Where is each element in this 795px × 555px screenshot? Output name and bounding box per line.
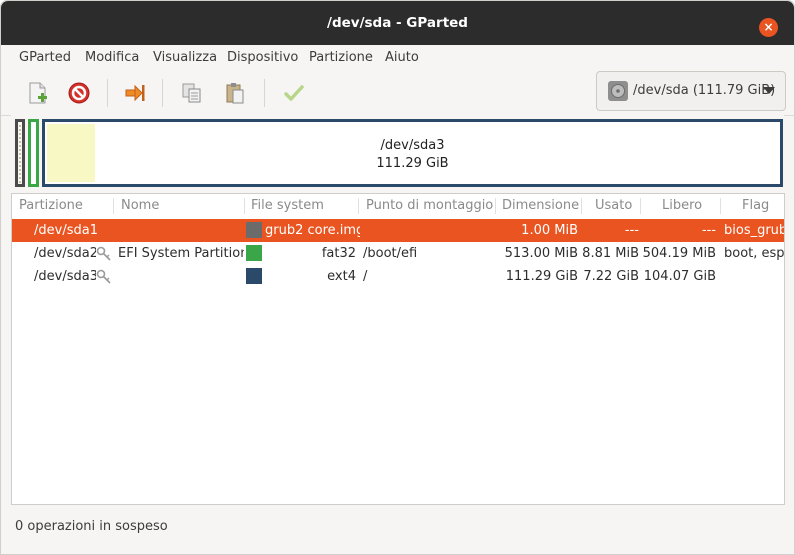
menu-modifica[interactable]: Modifica (85, 45, 139, 71)
new-partition-button[interactable] (20, 77, 54, 109)
disk-map-sda3[interactable]: /dev/sda3 111.29 GiB (42, 119, 783, 187)
cell-used: 7.22 GiB (583, 269, 639, 284)
cell-size: 111.29 GiB (505, 269, 578, 284)
close-button[interactable]: × (759, 18, 778, 37)
cell-flags: boot, esp (724, 246, 784, 261)
key-icon (96, 246, 111, 261)
copy-icon (182, 83, 201, 103)
cell-free: 504.19 MiB (642, 246, 716, 261)
copy-button[interactable] (175, 77, 209, 109)
header-separator (720, 198, 721, 214)
cell-size: 513.00 MiB (504, 246, 578, 261)
menu-visualizza[interactable]: Visualizza (153, 45, 217, 71)
filesystem-color-swatch (246, 222, 262, 238)
resize-move-button[interactable] (118, 77, 152, 109)
chevron-down-icon (763, 87, 775, 94)
header-flag[interactable]: Flag (742, 194, 769, 218)
cell-size: 1.00 MiB (521, 223, 578, 238)
cell-filesystem: ext4 (327, 269, 356, 284)
apply-icon (284, 85, 304, 101)
header-punto-di-montaggio[interactable]: Punto di montaggio (366, 194, 493, 218)
table-row-sda3[interactable]: /dev/sda3 ext4 / 111.29 GiB 7.22 GiB 104… (12, 265, 784, 288)
cell-partition: /dev/sda1 (34, 223, 98, 238)
cell-free: --- (701, 223, 716, 238)
unknown-fs-pattern (19, 123, 21, 183)
table-row-sda1[interactable]: /dev/sda1 grub2 core.img 1.00 MiB --- --… (12, 219, 784, 242)
cell-filesystem: fat32 (321, 246, 356, 261)
header-separator (640, 198, 641, 214)
toolbar-separator (264, 79, 265, 107)
filesystem-color-swatch (246, 245, 262, 261)
status-bar: 0 operazioni in sospeso (1, 506, 794, 554)
menu-bar: GParted Modifica Visualizza Dispositivo … (1, 45, 794, 71)
apply-button[interactable] (277, 77, 311, 109)
header-separator (113, 198, 114, 214)
cell-mountpoint: /boot/efi (363, 246, 418, 261)
header-dimensione[interactable]: Dimensione (502, 194, 579, 218)
cell-mountpoint: / (363, 269, 368, 284)
menu-aiuto[interactable]: Aiuto (385, 45, 419, 71)
header-nome[interactable]: Nome (121, 194, 159, 218)
pending-operations-status: 0 operazioni in sospeso (15, 519, 168, 534)
header-separator (581, 198, 582, 214)
header-separator (244, 198, 245, 214)
disk-map: /dev/sda3 111.29 GiB (11, 115, 784, 191)
header-separator (358, 198, 359, 214)
header-file-system[interactable]: File system (251, 194, 324, 218)
device-selector[interactable]: /dev/sda (111.79 GiB) (596, 71, 786, 111)
disk-map-sda1[interactable] (15, 119, 25, 187)
device-selector-label: /dev/sda (111.79 GiB) (633, 83, 776, 98)
filesystem-color-swatch (246, 268, 262, 284)
cell-name: EFI System Partition (118, 246, 244, 261)
disk-map-partition-name: /dev/sda3 (380, 138, 445, 153)
cell-used: --- (624, 223, 639, 238)
disk-map-sda2[interactable] (28, 119, 39, 187)
paste-button[interactable] (218, 77, 252, 109)
toolbar-separator (162, 79, 163, 107)
cell-flags: bios_grub (724, 223, 784, 238)
header-separator (495, 198, 496, 214)
window-title: /dev/sda - GParted (327, 15, 468, 31)
cell-partition: /dev/sda3 (34, 269, 96, 284)
header-usato[interactable]: Usato (595, 194, 632, 218)
cell-free: 104.07 GiB (643, 269, 716, 284)
cell-filesystem: grub2 core.img (265, 223, 360, 238)
partition-table: Partizione Nome File system Punto di mon… (11, 193, 785, 505)
disk-icon (608, 81, 628, 101)
toolbar: /dev/sda (111.79 GiB) (1, 71, 794, 116)
delete-partition-icon (68, 82, 90, 104)
used-space-bar (47, 124, 95, 182)
toolbar-separator (107, 79, 108, 107)
table-header: Partizione Nome File system Punto di mon… (12, 194, 784, 218)
cell-used: 8.81 MiB (582, 246, 639, 261)
new-partition-icon (29, 82, 47, 104)
disk-map-partition-size: 111.29 GiB (376, 156, 449, 171)
paste-icon (226, 83, 244, 104)
gparted-window: /dev/sda - GParted × GParted Modifica Vi… (0, 0, 795, 555)
menu-partizione[interactable]: Partizione (309, 45, 373, 71)
delete-partition-button[interactable] (62, 77, 96, 109)
header-libero[interactable]: Libero (662, 194, 702, 218)
title-bar[interactable]: /dev/sda - GParted × (1, 1, 794, 45)
header-partizione[interactable]: Partizione (19, 194, 83, 218)
cell-partition: /dev/sda2 (34, 246, 96, 261)
menu-gparted[interactable]: GParted (19, 45, 71, 71)
menu-dispositivo[interactable]: Dispositivo (227, 45, 298, 71)
resize-move-icon (125, 84, 145, 102)
key-icon (96, 269, 111, 284)
table-row-sda2[interactable]: /dev/sda2 EFI System Partition fat32 /bo… (12, 242, 784, 265)
